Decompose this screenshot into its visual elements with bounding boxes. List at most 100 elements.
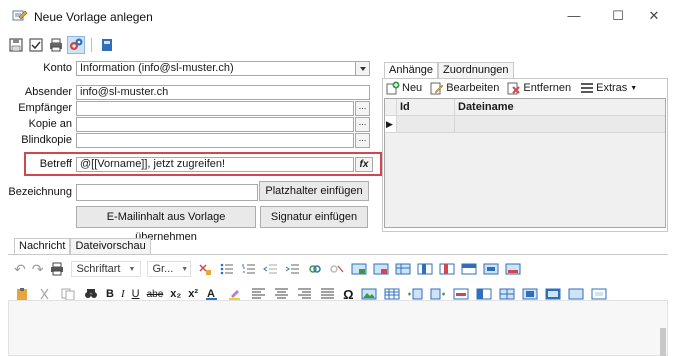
image-insert-icon[interactable]: [361, 287, 377, 301]
maximize-button[interactable]: ☐: [600, 4, 636, 28]
tab-zuordnungen[interactable]: Zuordnungen: [438, 62, 514, 78]
kopie-label: Kopie an: [28, 118, 72, 130]
table-border-icon[interactable]: [545, 287, 561, 301]
table-properties-icon[interactable]: [395, 262, 411, 276]
editor-toolbar-row1: ↶ ↷ Schriftart ▼ Gr... ▼: [14, 260, 521, 278]
row-below-icon[interactable]: [499, 287, 515, 301]
editor-tabs: Nachricht Dateivorschau: [14, 238, 151, 254]
save-icon[interactable]: [8, 37, 24, 53]
blindkopie-field[interactable]: [76, 133, 354, 148]
font-family-value: Schriftart: [76, 263, 121, 275]
font-family-select[interactable]: Schriftart ▼: [71, 261, 142, 277]
tab-nachricht[interactable]: Nachricht: [14, 238, 71, 254]
formula-button[interactable]: fx: [355, 157, 373, 172]
cell-props-icon[interactable]: [522, 287, 538, 301]
signature-button[interactable]: Signatur einfügen: [260, 206, 368, 228]
column-header-id[interactable]: Id: [397, 99, 455, 116]
betreff-field[interactable]: @[[Vorname]], jetzt zugreifen!: [76, 157, 354, 172]
chevron-down-icon: ▼: [630, 84, 638, 92]
blindkopie-picker-button[interactable]: ...: [355, 133, 370, 148]
subscript-button[interactable]: x₂: [170, 288, 181, 300]
konto-select[interactable]: Information (info@sl-muster.ch): [76, 61, 356, 76]
font-size-select[interactable]: Gr... ▼: [147, 261, 192, 277]
book-icon[interactable]: [99, 37, 115, 53]
table-delete-icon[interactable]: [373, 262, 389, 276]
insert-col-left-icon[interactable]: [407, 287, 423, 301]
bullet-list-icon[interactable]: [219, 262, 235, 276]
bold-button[interactable]: B: [106, 288, 114, 300]
table-shade-icon[interactable]: [568, 287, 584, 301]
settings-gear-icon[interactable]: [67, 36, 85, 54]
absender-field[interactable]: info@sl-muster.ch: [76, 85, 370, 100]
unlink-icon[interactable]: [329, 262, 345, 276]
editor-scrollbar[interactable]: [660, 328, 666, 356]
editor-tabs-divider: [8, 254, 668, 255]
table-grid-icon[interactable]: [384, 287, 400, 301]
empfaenger-label: Empfänger: [18, 102, 72, 114]
absender-label: Absender: [24, 86, 72, 98]
align-left-icon[interactable]: [251, 287, 267, 301]
copy-icon[interactable]: [60, 287, 76, 301]
empfaenger-field[interactable]: [76, 101, 354, 116]
insert-col-right-icon[interactable]: [430, 287, 446, 301]
split-cells-icon[interactable]: [505, 262, 521, 276]
platzhalter-button[interactable]: Platzhalter einfügen ▼: [259, 181, 369, 214]
row-above-icon[interactable]: [476, 287, 492, 301]
undo-icon[interactable]: ↶: [14, 261, 26, 278]
extras-menu[interactable]: Extras ▼: [581, 82, 637, 94]
message-editor[interactable]: [8, 300, 668, 356]
tab-dateivorschau[interactable]: Dateivorschau: [70, 238, 151, 254]
attachments-grid: Id Dateiname ▶: [384, 98, 666, 228]
empfaenger-picker-button[interactable]: ...: [355, 101, 370, 116]
email-content-button[interactable]: E-Mailinhalt aus Vorlage übernehmen: [76, 206, 256, 243]
font-color-icon[interactable]: A: [205, 287, 221, 301]
extras-label: Extras: [596, 82, 628, 94]
insert-column-icon[interactable]: [417, 262, 433, 276]
justify-icon[interactable]: [320, 287, 336, 301]
print-icon[interactable]: [48, 37, 64, 53]
highlight-color-icon[interactable]: [228, 287, 244, 301]
column-header-dateiname[interactable]: Dateiname: [455, 99, 665, 116]
attachments-toolbar: Neu Bearbeiten Entfernen Extras ▼: [386, 80, 637, 96]
strikethrough-button[interactable]: abe: [147, 289, 164, 300]
underline-button[interactable]: U: [132, 288, 140, 300]
close-button[interactable]: ✕: [636, 4, 672, 28]
konto-dropdown-arrow[interactable]: [355, 61, 370, 76]
cut-icon[interactable]: [37, 287, 53, 301]
tab-anhaenge[interactable]: Anhänge: [384, 62, 439, 78]
bezeichnung-field[interactable]: [76, 184, 258, 201]
superscript-button[interactable]: x²: [188, 288, 198, 300]
paste-icon[interactable]: [14, 287, 30, 301]
chevron-down-icon: ▼: [181, 265, 189, 273]
table-row-id-cell[interactable]: [397, 116, 455, 133]
align-center-icon[interactable]: [274, 287, 290, 301]
app-icon: [12, 9, 28, 23]
delete-column-icon[interactable]: [439, 262, 455, 276]
link-icon[interactable]: [307, 262, 323, 276]
table-clear-icon[interactable]: [591, 287, 607, 301]
neu-button[interactable]: Neu: [386, 81, 422, 95]
kopie-field[interactable]: [76, 117, 354, 132]
insert-row-icon[interactable]: [461, 262, 477, 276]
delete-row-icon[interactable]: [453, 287, 469, 301]
format-painter-icon[interactable]: [197, 262, 213, 276]
outdent-icon[interactable]: [263, 262, 279, 276]
align-right-icon[interactable]: [297, 287, 313, 301]
kopie-picker-button[interactable]: ...: [355, 117, 370, 132]
table-insert-icon[interactable]: [351, 262, 367, 276]
find-icon[interactable]: [83, 287, 99, 301]
merge-cells-icon[interactable]: [483, 262, 499, 276]
numbered-list-icon[interactable]: [241, 262, 257, 276]
betreff-label: Betreff: [39, 158, 72, 170]
entfernen-button[interactable]: Entfernen: [507, 81, 571, 95]
indent-icon[interactable]: [285, 262, 301, 276]
minimize-button[interactable]: —: [556, 4, 592, 28]
bearbeiten-button[interactable]: Bearbeiten: [430, 81, 499, 95]
italic-button[interactable]: I: [121, 288, 125, 300]
redo-icon[interactable]: ↷: [32, 261, 44, 278]
edit-icon: [430, 82, 444, 95]
checklist-icon[interactable]: [28, 37, 44, 53]
table-row-dateiname-cell[interactable]: [455, 116, 665, 133]
right-panel-tabs: Anhänge Zuordnungen: [384, 62, 514, 78]
print-icon[interactable]: [49, 262, 65, 276]
